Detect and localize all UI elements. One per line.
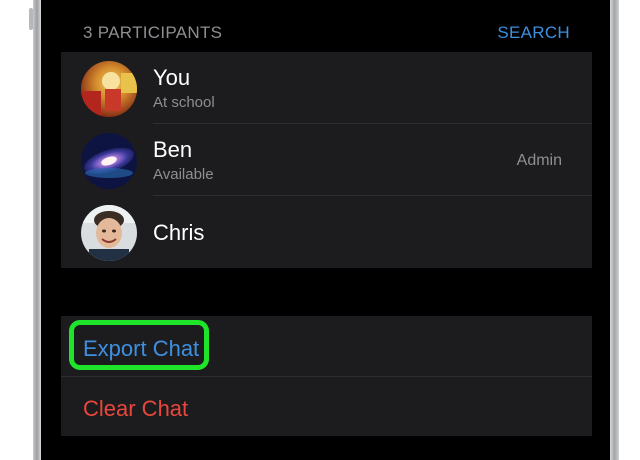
avatar-chris (81, 205, 137, 261)
device-frame-left (33, 0, 41, 460)
participant-row-chris[interactable]: Chris (61, 196, 592, 268)
device-frame-right (610, 0, 619, 460)
avatar-you (81, 61, 137, 117)
participant-name: You (153, 65, 191, 90)
participant-row-you[interactable]: You At school (61, 52, 592, 124)
participant-status: At school (153, 94, 215, 111)
participant-status: Available (153, 166, 214, 183)
chat-actions: Export Chat Clear Chat (61, 316, 592, 436)
avatar-ben (81, 133, 137, 189)
admin-badge: Admin (516, 152, 562, 169)
participants-count: 3 PARTICIPANTS (83, 23, 223, 42)
chat-info-screen: 3 PARTICIPANTS SEARCH You At school Ben … (41, 0, 610, 460)
clear-chat-label: Clear Chat (83, 396, 189, 421)
participants-list: You At school Ben Available Admin Chris (61, 52, 592, 268)
participant-name: Ben (153, 137, 193, 162)
participants-header: 3 PARTICIPANTS SEARCH (41, 0, 610, 52)
export-chat-label: Export Chat (83, 336, 200, 361)
clear-chat-button[interactable]: Clear Chat (61, 377, 592, 437)
participant-row-ben[interactable]: Ben Available Admin (61, 124, 592, 196)
participant-name: Chris (153, 220, 205, 245)
export-chat-button[interactable]: Export Chat (61, 316, 592, 377)
search-button[interactable]: SEARCH (497, 23, 570, 43)
